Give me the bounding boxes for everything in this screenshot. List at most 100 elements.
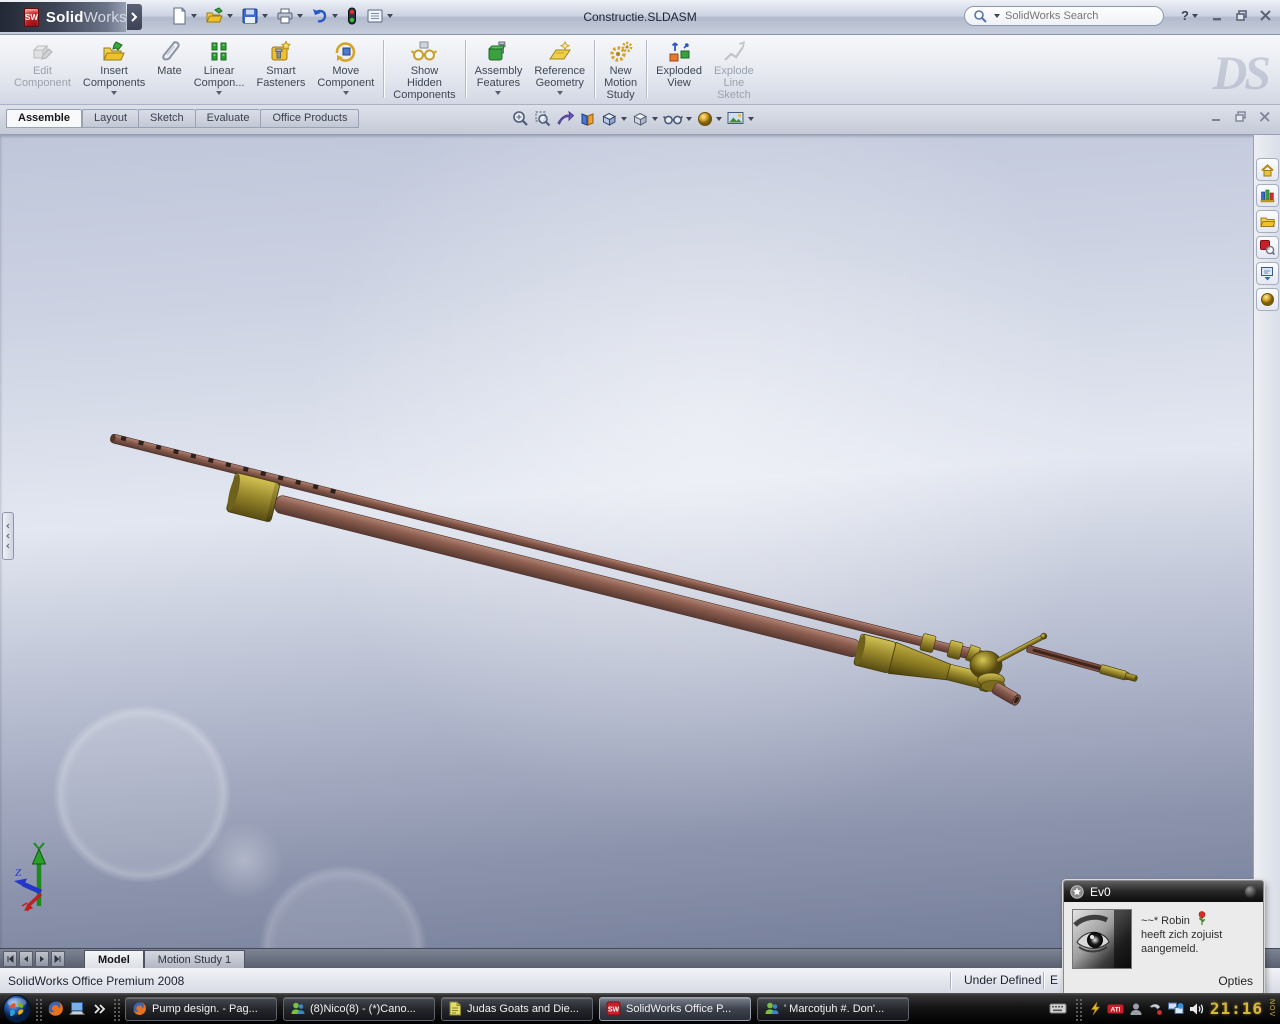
first-tab-button[interactable] [3, 951, 17, 967]
title-bar: SW SolidWorks Constructie.SLDASM ? [0, 0, 1280, 35]
close-button[interactable] [1259, 9, 1272, 22]
file-explorer-button[interactable] [1256, 210, 1279, 233]
tab-model[interactable]: Model [84, 950, 144, 968]
tab-layout[interactable]: Layout [82, 109, 138, 128]
contact-icon[interactable] [1129, 1002, 1143, 1016]
hide-show-items-button[interactable] [663, 112, 692, 126]
taskbar-button-marcotjuh-chat[interactable]: ' Marcotjuh #. Don'... [757, 997, 909, 1021]
doc-restore-button[interactable] [1235, 111, 1247, 123]
search-box[interactable] [964, 6, 1164, 26]
previous-view-button[interactable] [556, 111, 574, 127]
network-icon[interactable] [1168, 1002, 1184, 1015]
cmd-mate[interactable]: Mate [151, 38, 187, 77]
view-orientation-button[interactable] [601, 111, 627, 127]
assembly-model[interactable] [0, 134, 1280, 948]
language-keyboard-icon[interactable] [1049, 1002, 1067, 1015]
previous-tab-button[interactable] [19, 951, 33, 967]
tab-office-products[interactable]: Office Products [260, 109, 359, 128]
dropdown-caret-icon [495, 91, 501, 95]
feature-manager-splitter[interactable] [2, 512, 14, 560]
section-view-icon [579, 111, 596, 127]
cmd-explode-line-sketch: Explode Line Sketch [708, 38, 760, 101]
cmd-smart-fasteners[interactable]: Smart Fasteners [250, 38, 311, 89]
appearances-button[interactable] [1256, 288, 1279, 311]
solidworks-search-button[interactable] [1256, 236, 1279, 259]
last-tab-button[interactable] [51, 951, 65, 967]
scene-button[interactable] [727, 111, 754, 126]
cmd-move-component[interactable]: Move Component [311, 38, 380, 95]
dropdown-caret-icon [1192, 14, 1198, 18]
cmd-assembly-features[interactable]: Assembly Features [469, 38, 529, 95]
search-scope-caret-icon[interactable] [994, 14, 1000, 18]
design-library-button[interactable] [1256, 184, 1279, 207]
tab-sketch[interactable]: Sketch [138, 109, 195, 128]
popup-button[interactable] [1245, 886, 1257, 898]
cmd-exploded-view[interactable]: Exploded View [650, 38, 708, 89]
section-view-button[interactable] [579, 111, 596, 127]
flower-icon [1196, 911, 1208, 926]
help-button[interactable]: ? [1181, 8, 1198, 23]
quicklaunch-show-desktop[interactable] [66, 997, 88, 1021]
cmd-new-motion-study[interactable]: New Motion Study [598, 38, 643, 101]
next-tab-button[interactable] [35, 951, 49, 967]
restore-button[interactable] [1235, 9, 1248, 22]
start-button[interactable] [2, 994, 32, 1024]
taskbar-clock[interactable]: 21:16 [1210, 999, 1263, 1018]
svg-text:SW: SW [608, 1007, 620, 1014]
reference-triad-icon: Z [14, 842, 72, 916]
minimize-button[interactable] [1211, 9, 1224, 22]
display-style-button[interactable] [632, 111, 658, 127]
view-palette-button[interactable] [1256, 262, 1279, 285]
appearances-icon [1260, 292, 1275, 307]
solidworks-search-icon [1260, 240, 1275, 255]
toolbar-grip [34, 997, 42, 1021]
zoom-fit-button[interactable] [512, 110, 529, 127]
cmd-reference-geometry[interactable]: Reference Geometry [528, 38, 591, 95]
cmd-linear-component-pattern[interactable]: Linear Compon... [188, 38, 251, 95]
taskbar-button-nico-chat[interactable]: (8)Nico(8) - (*)Cano... [283, 997, 435, 1021]
popup-options-link[interactable]: Opties [1218, 974, 1253, 988]
explode-line-sketch-icon [722, 39, 746, 64]
window-controls [1211, 9, 1272, 22]
move-component-icon [334, 39, 358, 64]
zoom-area-icon [534, 110, 551, 127]
dropdown-caret-icon [652, 117, 658, 121]
popup-header: Ev0 [1064, 881, 1263, 902]
messenger-icon [764, 1001, 779, 1016]
command-manager: Edit Component Insert Components Mate Li… [0, 35, 1280, 105]
cmd-insert-components[interactable]: Insert Components [77, 38, 151, 95]
svg-text:ATI: ATI [1110, 1006, 1120, 1013]
status-separator [1043, 972, 1044, 989]
search-input[interactable] [1003, 9, 1135, 23]
toolbar-separator [646, 40, 647, 98]
task-pane-strip [1253, 134, 1280, 948]
contact-avatar [1072, 909, 1132, 969]
cmd-show-hidden-components[interactable]: Show Hidden Components [387, 38, 461, 101]
edit-appearance-button[interactable] [697, 111, 722, 127]
quicklaunch-firefox[interactable] [44, 997, 66, 1021]
resources-home-button[interactable] [1256, 158, 1279, 181]
lightning-icon[interactable] [1089, 1001, 1102, 1016]
doc-close-button[interactable] [1259, 111, 1271, 123]
search-icon[interactable] [973, 9, 988, 24]
file-explorer-icon [1260, 215, 1275, 228]
doc-minimize-button[interactable] [1211, 111, 1223, 123]
zoom-area-button[interactable] [534, 110, 551, 127]
dropdown-caret-icon [111, 91, 117, 95]
graphics-area[interactable]: Z [0, 134, 1280, 948]
dropdown-caret-icon [343, 91, 349, 95]
tab-evaluate[interactable]: Evaluate [195, 109, 261, 128]
toolbar-grip [1074, 997, 1082, 1021]
status-product-name: SolidWorks Office Premium 2008 [8, 974, 184, 988]
taskbar-button-judas-goats[interactable]: Judas Goats and Die... [441, 997, 593, 1021]
taskbar-button-pump-design[interactable]: Pump design. - Pag... [125, 997, 277, 1021]
popup-body: ~~* Robin heeft zich zojuist aangemeld. … [1064, 902, 1263, 993]
tab-motion-study-1[interactable]: Motion Study 1 [144, 950, 245, 968]
ati-icon[interactable]: ATI [1107, 1002, 1124, 1016]
tab-assemble[interactable]: Assemble [6, 109, 82, 128]
taskbar-button-solidworks[interactable]: SW SolidWorks Office P... [599, 997, 751, 1021]
volume-icon[interactable] [1189, 1002, 1205, 1016]
quicklaunch-overflow-chevron[interactable] [88, 997, 110, 1021]
messenger-icon [290, 1001, 305, 1016]
phone-icon[interactable] [1148, 1002, 1163, 1016]
